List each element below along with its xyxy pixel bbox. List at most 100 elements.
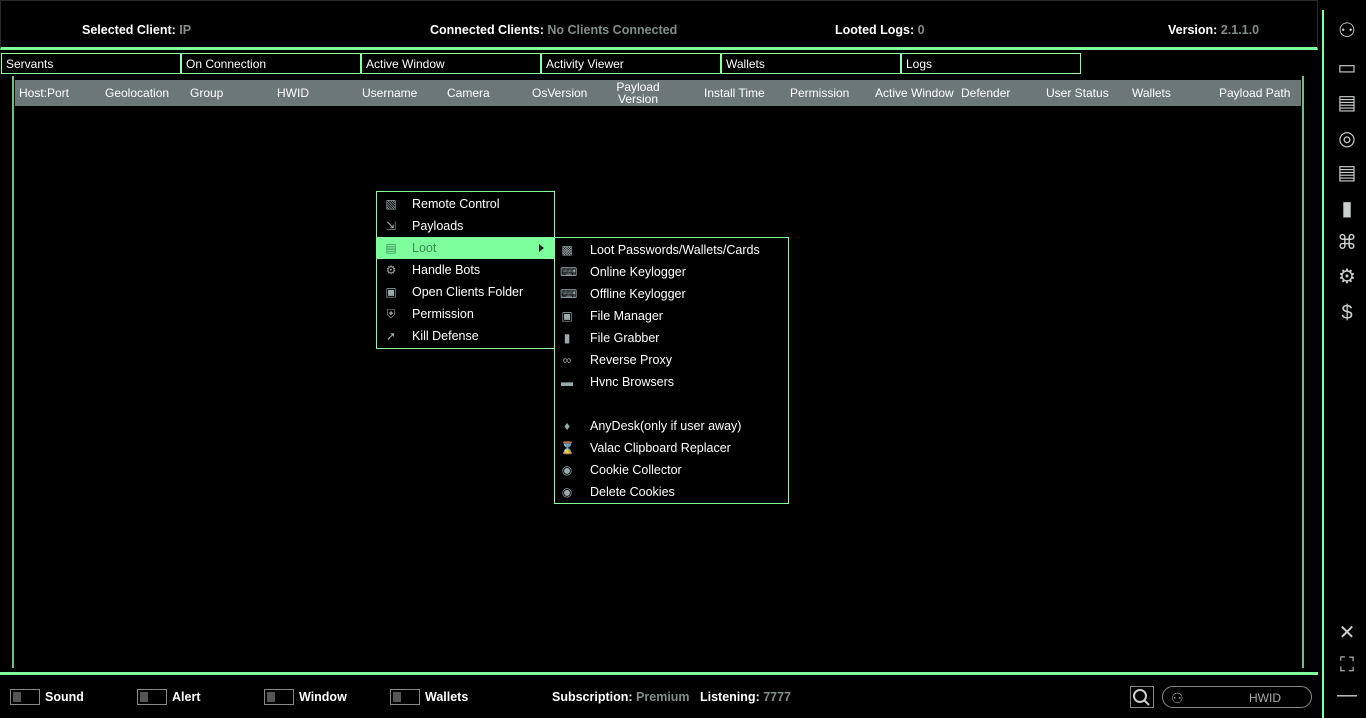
column-camera[interactable]: Camera (447, 80, 490, 106)
toggle-switch[interactable] (137, 689, 167, 705)
tab-activity-viewer[interactable]: Activity Viewer (541, 53, 721, 74)
notepad-icon[interactable]: ▤ (1334, 160, 1360, 186)
column-payload-path[interactable]: Payload Path (1219, 80, 1290, 106)
menu-item-label: Handle Bots (412, 263, 481, 277)
id-card-icon: ▩ (561, 243, 573, 257)
column-permission[interactable]: Permission (790, 80, 849, 106)
submenu-item-label: Offline Keylogger (590, 287, 686, 301)
archive-icon[interactable]: ▮ (1334, 196, 1360, 222)
grid-bottom-border (0, 672, 1318, 675)
column-install-time[interactable]: Install Time (704, 80, 765, 106)
menu-item-permission[interactable]: ⛨ Permission (377, 303, 554, 325)
gears-icon: ⚙ (385, 263, 397, 277)
browser-icon: ▬ (561, 375, 573, 389)
submenu-item-offline-keylogger[interactable]: ⌨ Offline Keylogger (555, 283, 788, 305)
menu-item-loot[interactable]: ▤ Loot (377, 237, 554, 259)
submenu-arrow-icon (539, 244, 544, 252)
menu-item-kill-defense[interactable]: ➚ Kill Defense (377, 325, 554, 347)
dollar-icon[interactable]: $ (1334, 300, 1360, 326)
submenu-item-delete-cookies[interactable]: ◉ Delete Cookies (555, 481, 788, 503)
column-active-window[interactable]: Active Window (875, 80, 954, 106)
connected-clients-value: No Clients Connected (547, 23, 678, 37)
wifi-icon[interactable]: ⌘ (1334, 230, 1360, 256)
keyboard-icon: ⌨ (560, 287, 578, 301)
payload-icon: ⇲ (385, 219, 397, 233)
column-group[interactable]: Group (190, 80, 223, 106)
subscription-label: Subscription (552, 690, 629, 704)
tab-wallets[interactable]: Wallets (721, 53, 901, 74)
status-bar: Selected Client: IP Connected Clients: N… (0, 0, 1318, 50)
toggle-switch[interactable] (10, 689, 40, 705)
column-username[interactable]: Username (362, 80, 417, 106)
submenu-item-label: File Grabber (590, 331, 660, 345)
search-button[interactable] (1130, 686, 1154, 708)
menu-item-label: Loot (412, 241, 437, 255)
submenu-item-file-manager[interactable]: ▣ File Manager (555, 305, 788, 327)
submenu-item-loot-passwords[interactable]: ▩ Loot Passwords/Wallets/Cards (555, 239, 788, 261)
grabber-icon: ▮ (563, 331, 571, 345)
menu-item-handle-bots[interactable]: ⚙ Handle Bots (377, 259, 554, 281)
submenu-item-label: Hvnc Browsers (590, 375, 675, 389)
close-icon[interactable]: ✕ (1334, 620, 1360, 646)
search-icon (1133, 689, 1150, 706)
column-payload-version[interactable]: Payload Version (613, 80, 663, 106)
submenu-item-online-keylogger[interactable]: ⌨ Online Keylogger (555, 261, 788, 283)
submenu-item-reverse-proxy[interactable]: ∞ Reverse Proxy (555, 349, 788, 371)
tab-logs[interactable]: Logs (901, 53, 1081, 74)
submenu-item-clipboard-replacer[interactable]: ⌛ Valac Clipboard Replacer (555, 437, 788, 459)
tab-on-connection[interactable]: On Connection (181, 53, 361, 74)
version-stat: Version: 2.1.1.0 (1168, 23, 1260, 37)
toggle-label: Wallets (425, 690, 469, 704)
column-defender[interactable]: Defender (961, 80, 1010, 106)
keyboard-icon: ⌨ (560, 265, 578, 279)
menu-item-remote-control[interactable]: ▧ Remote Control (377, 193, 554, 215)
submenu-item-hvnc-browsers[interactable]: ▬ Hvnc Browsers (555, 371, 788, 393)
column-hwid[interactable]: HWID (277, 80, 309, 106)
share-icon: ∞ (562, 353, 572, 367)
user-icon[interactable]: ⚇ (1334, 18, 1360, 44)
toggle-switch[interactable] (390, 689, 420, 705)
column-wallets[interactable]: Wallets (1132, 80, 1171, 106)
column-geolocation[interactable]: Geolocation (105, 80, 169, 106)
toggle-label: Alert (172, 690, 201, 704)
column-host-port[interactable]: Host:Port (19, 80, 69, 106)
syringe-icon: ➚ (385, 329, 397, 343)
submenu-item-label: Loot Passwords/Wallets/Cards (590, 243, 760, 257)
menu-item-open-clients-folder[interactable]: ▣ Open Clients Folder (377, 281, 554, 303)
tab-servants[interactable]: Servants (1, 53, 181, 74)
toggle-switch[interactable] (264, 689, 294, 705)
column-osversion[interactable]: OsVersion (532, 80, 587, 106)
submenu-item-label: AnyDesk(only if user away) (590, 419, 742, 433)
column-user-status[interactable]: User Status (1046, 80, 1109, 106)
bottom-bar: Sound Alert Window Wallets Subscription:… (0, 676, 1318, 718)
looted-logs-value: 0 (917, 23, 925, 37)
shield-icon: ⛨ (386, 307, 396, 321)
toggle-label: Window (299, 690, 347, 704)
phone-icon: ▧ (385, 197, 397, 211)
connected-clients-stat: Connected Clients: No Clients Connected (430, 23, 678, 37)
context-menu: ▧ Remote Control ⇲ Payloads ▤ Loot ⚙ Han… (376, 191, 555, 349)
monitor-icon[interactable]: ▭ (1334, 55, 1360, 81)
submenu-item-label: Cookie Collector (590, 463, 682, 477)
clipboard-icon: ⌛ (560, 441, 575, 455)
eye-icon[interactable]: ◎ (1334, 126, 1360, 152)
menu-item-label: Kill Defense (412, 329, 479, 343)
menu-item-label: Open Clients Folder (412, 285, 524, 299)
fullscreen-icon[interactable]: ⛶ (1334, 652, 1360, 678)
submenu-item-file-grabber[interactable]: ▮ File Grabber (555, 327, 788, 349)
submenu-item-cookie-collector[interactable]: ◉ Cookie Collector (555, 459, 788, 481)
menu-item-payloads[interactable]: ⇲ Payloads (377, 215, 554, 237)
minimize-icon[interactable]: — (1334, 682, 1360, 708)
gears-icon[interactable]: ⚙ (1334, 264, 1360, 290)
folder-icon: ▣ (561, 309, 573, 323)
submenu-item-blank[interactable] (555, 393, 788, 415)
submenu-item-label: Reverse Proxy (590, 353, 672, 367)
subscription-stat: Subscription: Premium (552, 690, 690, 704)
tab-active-window[interactable]: Active Window (361, 53, 541, 74)
submenu-item-label: File Manager (590, 309, 663, 323)
hwid-search-input[interactable]: ⚇ HWID (1162, 686, 1312, 708)
activity-icon[interactable]: ▤ (1334, 90, 1360, 116)
submenu-item-anydesk[interactable]: ♦ AnyDesk(only if user away) (555, 415, 788, 437)
loot-icon: ▤ (385, 241, 397, 255)
selected-client-value: IP (179, 23, 192, 37)
